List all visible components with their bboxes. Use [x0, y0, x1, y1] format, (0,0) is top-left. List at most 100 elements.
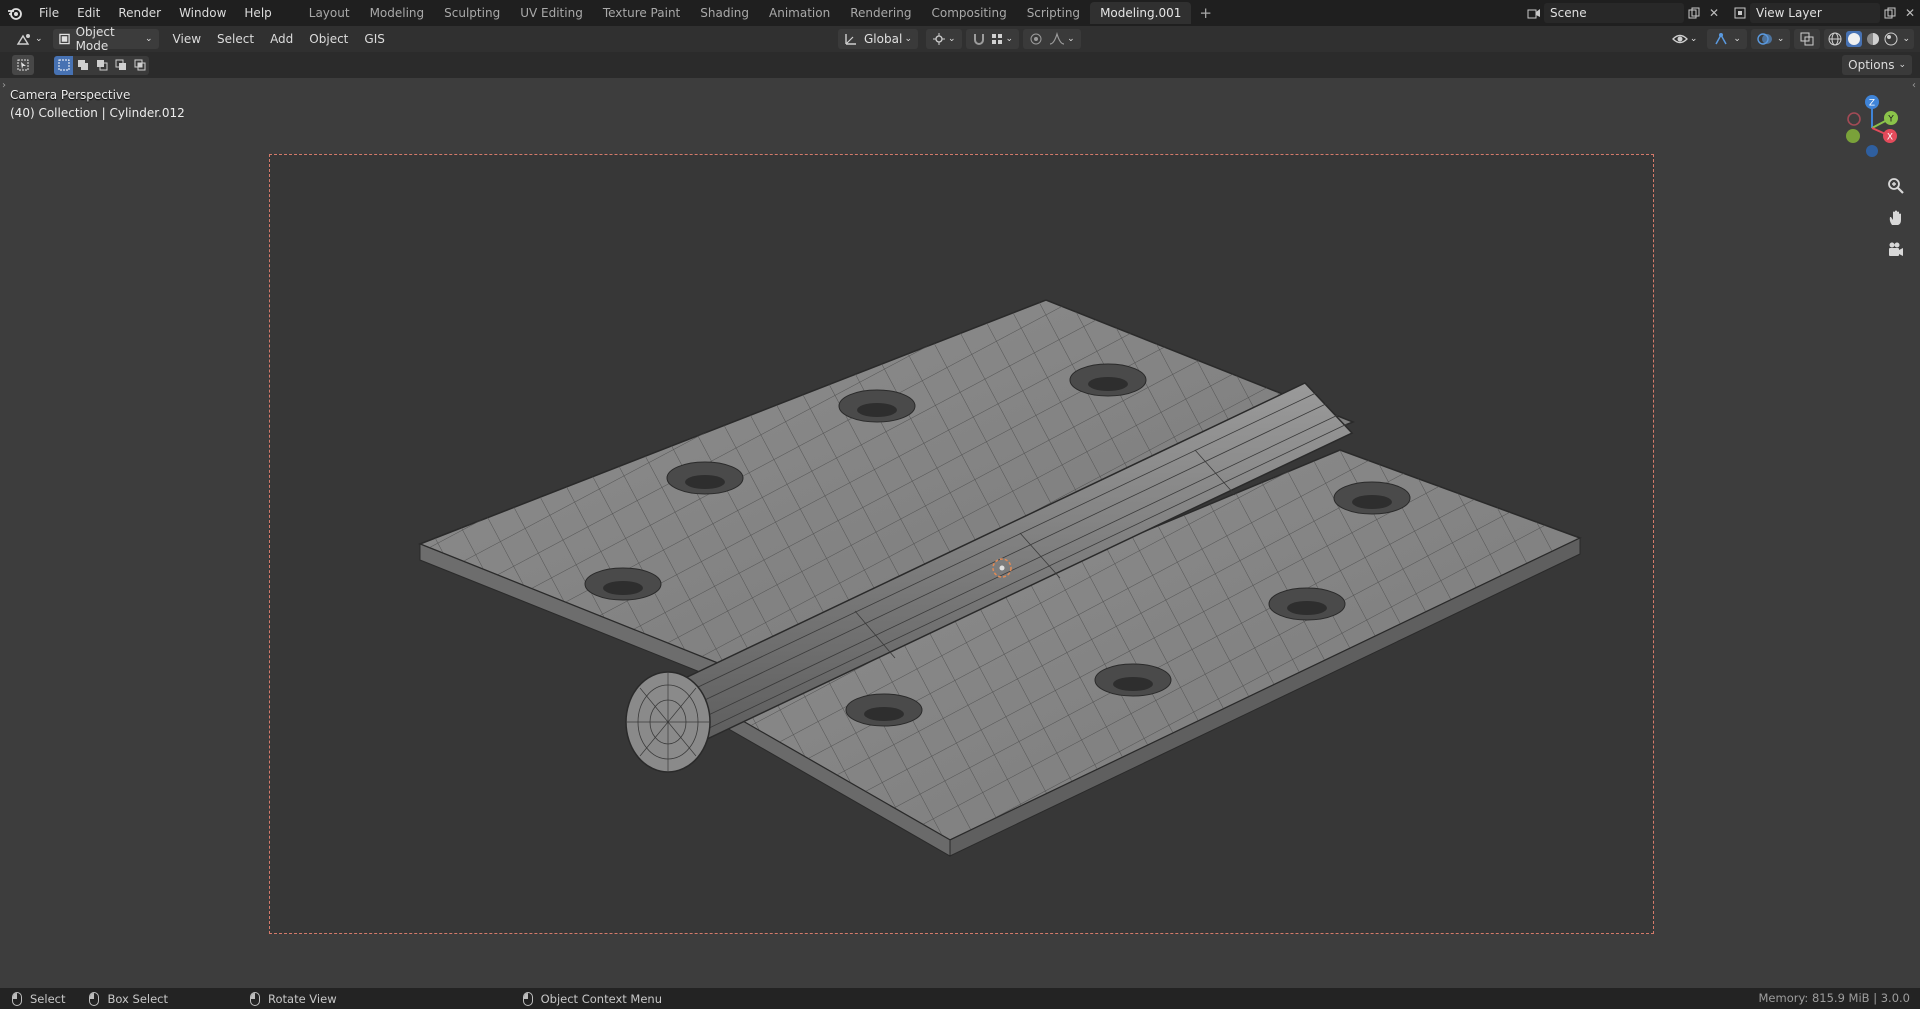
- status-context-menu: Object Context Menu: [511, 991, 662, 1006]
- select-new-button[interactable]: [54, 55, 73, 75]
- new-view-layer-icon[interactable]: [1880, 3, 1900, 23]
- select-extend-button[interactable]: [73, 56, 92, 75]
- viewport-shading-controls: ⌄ ⌄ ⌄ ⌄: [1662, 29, 1914, 49]
- view-layer-browse-icon[interactable]: [1730, 3, 1750, 23]
- xray-icon: [1800, 32, 1814, 46]
- tab-rendering[interactable]: Rendering: [840, 2, 921, 24]
- gizmo-icon: [1715, 33, 1728, 45]
- proportional-edit-controls[interactable]: ⌄: [1023, 29, 1081, 49]
- tab-modeling[interactable]: Modeling: [360, 2, 435, 24]
- header-menu-add[interactable]: Add: [262, 32, 301, 46]
- viewport-header: ⌄ Object Mode ⌄ View Select Add Object G…: [0, 25, 1920, 53]
- select-subtract-button[interactable]: [92, 56, 111, 75]
- mouse-right-icon: [522, 991, 533, 1006]
- status-box-select-label: Box Select: [107, 991, 168, 1006]
- toolbar-toggle-icon[interactable]: ›: [2, 80, 6, 91]
- tab-sculpting[interactable]: Sculpting: [434, 2, 510, 24]
- menu-help[interactable]: Help: [235, 0, 280, 26]
- menu-window[interactable]: Window: [170, 0, 235, 26]
- gizmo-toggle[interactable]: ⌄: [1707, 29, 1747, 49]
- add-workspace-button[interactable]: +: [1191, 4, 1220, 22]
- chevron-down-icon: ⌄: [145, 34, 153, 44]
- select-intersect-button[interactable]: [130, 56, 149, 75]
- memory-info: Memory: 815.9 MiB | 3.0.0: [1758, 991, 1911, 1005]
- chevron-down-icon: ⌄: [1689, 34, 1698, 44]
- chevron-down-icon: ⌄: [1898, 60, 1906, 70]
- chevron-down-icon: ⌄: [1733, 34, 1741, 44]
- sidebar-toggle-icon[interactable]: ‹: [1912, 80, 1916, 91]
- pan-hand-icon[interactable]: [1884, 206, 1908, 230]
- tab-uv-editing[interactable]: UV Editing: [510, 2, 593, 24]
- transform-controls: Global ⌄ ⌄ ⌄ ⌄: [834, 29, 1081, 49]
- rendered-shading-icon[interactable]: [1884, 32, 1898, 46]
- scene-browse-icon[interactable]: [1524, 3, 1544, 23]
- snap-controls[interactable]: ⌄: [965, 29, 1020, 49]
- options-dropdown[interactable]: Options ⌄: [1842, 55, 1912, 75]
- falloff-icon: [1050, 32, 1065, 45]
- shading-mode-group: ⌄: [1824, 29, 1914, 49]
- options-label: Options: [1848, 58, 1895, 72]
- cursor-arrow-icon: [17, 59, 29, 71]
- status-select-label: Select: [30, 991, 66, 1006]
- scene-name: Scene: [1550, 6, 1587, 20]
- tab-shading[interactable]: Shading: [690, 2, 759, 24]
- axis-x-label: X: [1887, 133, 1893, 143]
- tab-texture-paint[interactable]: Texture Paint: [593, 2, 690, 24]
- menu-file[interactable]: File: [30, 0, 68, 26]
- select-invert-button[interactable]: [111, 56, 130, 75]
- camera-view-icon[interactable]: [1884, 238, 1908, 262]
- pivot-dropdown[interactable]: ⌄: [926, 29, 962, 49]
- select-subtract-icon: [96, 60, 107, 71]
- delete-scene-icon[interactable]: ✕: [1704, 3, 1724, 23]
- mode-dropdown[interactable]: Object Mode ⌄: [52, 25, 159, 53]
- new-scene-icon[interactable]: [1684, 3, 1704, 23]
- orientation-dropdown[interactable]: Global ⌄: [838, 29, 918, 49]
- tab-animation[interactable]: Animation: [759, 2, 840, 24]
- axis-z-label: Z: [1869, 99, 1875, 109]
- axis-y-label: Y: [1887, 115, 1894, 125]
- xray-toggle[interactable]: [1794, 29, 1821, 49]
- mouse-middle-icon: [250, 991, 260, 1006]
- header-menu-view[interactable]: View: [165, 32, 209, 46]
- status-bar: Select Box Select Rotate View Object Con…: [0, 988, 1920, 1009]
- delete-view-layer-icon[interactable]: ✕: [1900, 3, 1920, 23]
- blender-logo-icon[interactable]: [0, 0, 30, 26]
- tab-scripting[interactable]: Scripting: [1017, 2, 1090, 24]
- status-box-select: Box Select: [89, 991, 168, 1006]
- menu-render[interactable]: Render: [109, 0, 170, 26]
- view-layer-field[interactable]: View Layer: [1750, 3, 1880, 23]
- navigation-gizmo[interactable]: Z Y X: [1832, 88, 1912, 168]
- tab-compositing[interactable]: Compositing: [921, 2, 1016, 24]
- tool-settings-row: Options ⌄: [0, 52, 1920, 78]
- solid-shading-button[interactable]: [1846, 31, 1863, 47]
- hinge-model[interactable]: [0, 78, 1920, 988]
- visibility-dropdown[interactable]: ⌄: [1666, 29, 1704, 49]
- select-intersect-icon: [134, 59, 145, 71]
- chevron-down-icon: ⌄: [1005, 34, 1014, 44]
- tab-layout[interactable]: Layout: [299, 2, 360, 24]
- header-menu-object[interactable]: Object: [301, 32, 356, 46]
- 3d-viewport[interactable]: Camera Perspective (40) Collection | Cyl…: [0, 78, 1920, 988]
- select-invert-icon: [115, 59, 126, 70]
- material-shading-icon[interactable]: [1866, 32, 1880, 46]
- editor-type-icon: [16, 34, 30, 45]
- menu-edit[interactable]: Edit: [68, 0, 109, 26]
- wireframe-shading-icon[interactable]: [1828, 32, 1842, 46]
- status-rotate-label: Rotate View: [268, 991, 337, 1006]
- select-tool-button[interactable]: [12, 55, 34, 75]
- header-menu-gis[interactable]: GIS: [356, 32, 392, 46]
- status-select: Select: [0, 991, 66, 1006]
- status-rotate: Rotate View: [238, 991, 337, 1006]
- overlay-toggle[interactable]: ⌄: [1750, 29, 1791, 49]
- header-menu-select[interactable]: Select: [209, 32, 262, 46]
- chevron-down-icon: ⌄: [904, 34, 912, 44]
- tab-modeling-001[interactable]: Modeling.001: [1090, 2, 1192, 24]
- top-bar: File Edit Render Window Help Layout Mode…: [0, 0, 1920, 26]
- editor-type-button[interactable]: ⌄: [10, 29, 49, 49]
- scene-name-field[interactable]: Scene: [1544, 3, 1684, 23]
- zoom-icon[interactable]: [1884, 174, 1908, 198]
- pivot-icon: [933, 33, 945, 45]
- orientation-label: Global: [864, 32, 903, 46]
- snap-increment-icon: [991, 34, 1002, 44]
- overlays-icon: [1757, 33, 1772, 45]
